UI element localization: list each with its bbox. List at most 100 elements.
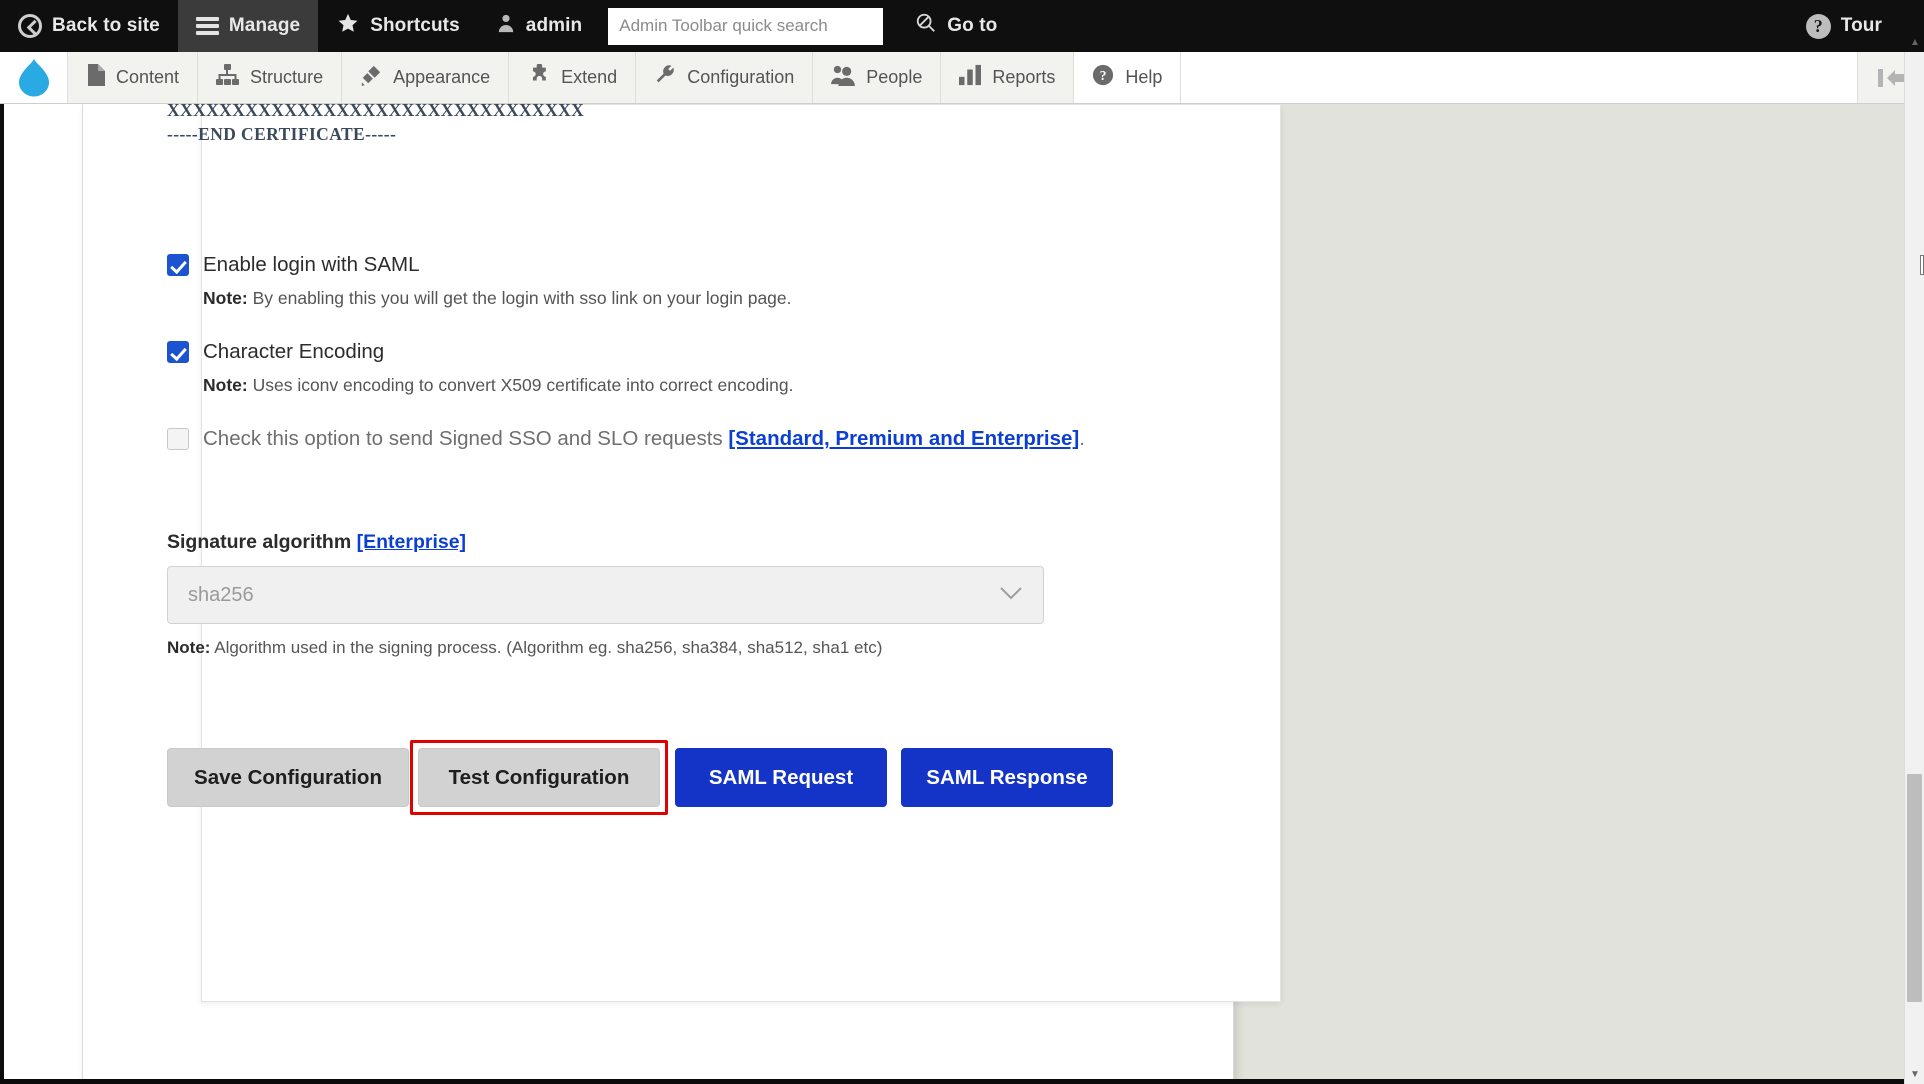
question-mark-icon: ?	[1805, 13, 1831, 39]
scroll-up-arrow-icon[interactable]: ▲	[1908, 36, 1922, 48]
character-encoding-note-text: Uses iconv encoding to convert X509 cert…	[247, 375, 794, 395]
menu-item-people[interactable]: People	[813, 52, 942, 103]
enterprise-link[interactable]: [Enterprise]	[357, 531, 466, 553]
page-right-gutter	[1231, 104, 1924, 1084]
certificate-end-line: -----END CERTIFICATE-----	[167, 124, 397, 144]
signature-algorithm-select[interactable]: sha256	[167, 566, 1044, 624]
search-input[interactable]	[608, 7, 884, 45]
enable-saml-note: Note: By enabling this you will get the …	[203, 287, 1177, 309]
drupal-logo-icon[interactable]	[0, 52, 68, 103]
signature-algorithm-note-prefix: Note:	[167, 638, 211, 657]
test-configuration-label: Test Configuration	[448, 765, 630, 789]
signed-requests-checkbox[interactable]	[167, 428, 189, 450]
vertical-scrollbar[interactable]: ▲ ▼	[1904, 37, 1924, 1084]
character-encoding-note: Note: Uses iconv encoding to convert X50…	[203, 374, 1177, 396]
bar-chart-icon	[959, 64, 982, 91]
question-circle-icon: ?	[1092, 64, 1114, 91]
enable-saml-label: Enable login with SAML	[203, 253, 420, 276]
character-encoding-note-prefix: Note:	[203, 375, 248, 395]
app-window: Back to site Manage Shortcuts admin Admi…	[0, 0, 1924, 1084]
menu-item-appearance[interactable]: Appearance	[342, 52, 510, 103]
manage-button[interactable]: Manage	[177, 0, 319, 52]
enable-saml-field: Enable login with SAML Note: By enabling…	[167, 252, 1177, 309]
save-configuration-label: Save Configuration	[194, 765, 382, 789]
page-icon	[86, 64, 105, 91]
person-icon	[496, 12, 516, 40]
test-configuration-button[interactable]: Test Configuration	[418, 748, 660, 807]
standard-premium-enterprise-link[interactable]: [Standard, Premium and Enterprise]	[728, 427, 1079, 450]
structure-icon	[216, 64, 240, 91]
go-to-button[interactable]: Go to	[897, 0, 1015, 52]
save-configuration-button[interactable]: Save Configuration	[167, 748, 409, 807]
scrollbar-position-marker	[1920, 255, 1924, 275]
admin-toolbar: Back to site Manage Shortcuts admin Admi…	[0, 0, 1924, 52]
brush-icon	[360, 64, 382, 91]
window-left-edge	[0, 104, 4, 1084]
signature-algorithm-field: Signature algorithm [Enterprise] sha256 …	[167, 531, 1177, 658]
saml-response-button[interactable]: SAML Response	[901, 748, 1113, 807]
saml-request-button[interactable]: SAML Request	[675, 748, 887, 807]
saml-request-label: SAML Request	[708, 765, 854, 789]
people-icon	[831, 64, 856, 91]
hamburger-icon	[195, 17, 219, 35]
certificate-preview: XXXXXXXXXXXXXXXXXXXXXXXXXXXXXXXX -----EN…	[167, 100, 1177, 144]
back-to-site-label: Back to site	[52, 15, 160, 36]
goto-magnifier-icon	[915, 12, 937, 40]
svg-text:?: ?	[1100, 68, 1107, 83]
signature-algorithm-note-text: Algorithm used in the signing process. (…	[210, 638, 883, 657]
menu-item-structure[interactable]: Structure	[198, 52, 343, 103]
character-encoding-field: Character Encoding Note: Uses iconv enco…	[167, 339, 1177, 396]
menu-item-extend[interactable]: Extend	[509, 52, 637, 103]
character-encoding-checkbox[interactable]	[167, 341, 189, 363]
menu-item-content-label: Content	[116, 67, 180, 87]
saml-settings-form: XXXXXXXXXXXXXXXXXXXXXXXXXXXXXXXX -----EN…	[167, 100, 1177, 815]
shortcuts-button[interactable]: Shortcuts	[318, 0, 478, 52]
character-encoding-label: Character Encoding	[203, 340, 385, 363]
menu-item-structure-label: Structure	[250, 67, 324, 87]
menu-item-help-label: Help	[1125, 67, 1163, 87]
menu-item-reports[interactable]: Reports	[941, 52, 1075, 103]
window-bottom-edge	[0, 1079, 1924, 1084]
toolbar-search-wrapper	[600, 0, 897, 52]
enable-saml-note-text: By enabling this you will get the login …	[247, 288, 792, 308]
signature-algorithm-note: Note: Algorithm used in the signing proc…	[167, 638, 1177, 658]
character-encoding-row: Character Encoding	[167, 339, 1177, 364]
menu-item-help[interactable]: ? Help	[1074, 52, 1182, 103]
manage-label: Manage	[228, 15, 301, 36]
enable-saml-checkbox[interactable]	[167, 254, 189, 276]
back-arrow-icon	[18, 14, 42, 38]
saml-response-label: SAML Response	[926, 765, 1088, 789]
scroll-down-arrow-icon[interactable]: ▼	[1908, 1068, 1922, 1080]
scrollbar-thumb[interactable]	[1907, 774, 1922, 1002]
menu-item-appearance-label: Appearance	[393, 67, 491, 87]
menu-item-people-label: People	[866, 67, 923, 87]
signed-requests-label: Check this option to send Signed SSO and…	[203, 427, 729, 450]
signed-requests-label-wrap: Check this option to send Signed SSO and…	[203, 426, 1085, 451]
signed-requests-row: Check this option to send Signed SSO and…	[167, 426, 1177, 451]
go-to-label: Go to	[947, 15, 998, 36]
signed-requests-suffix: .	[1079, 427, 1085, 450]
star-icon	[336, 12, 360, 41]
menu-item-configuration[interactable]: Configuration	[636, 52, 814, 103]
signature-algorithm-label: Signature algorithm	[167, 531, 357, 553]
shortcuts-label: Shortcuts	[370, 15, 460, 36]
tour-button[interactable]: ? Tour	[1788, 0, 1924, 52]
menu-item-content[interactable]: Content	[68, 52, 199, 103]
user-account-button[interactable]: admin	[478, 0, 600, 52]
chevron-down-icon	[999, 586, 1023, 605]
puzzle-icon	[527, 63, 550, 91]
signature-algorithm-value: sha256	[188, 583, 254, 606]
back-to-site-button[interactable]: Back to site	[0, 0, 178, 52]
menu-item-extend-label: Extend	[561, 67, 618, 87]
signature-algorithm-label-wrap: Signature algorithm [Enterprise]	[167, 531, 1177, 554]
wrench-icon	[654, 64, 676, 91]
form-actions: Save Configuration Test Configuration SA…	[167, 740, 1177, 815]
test-configuration-highlight: Test Configuration	[410, 740, 668, 815]
menu-bar-spacer	[1181, 52, 1858, 103]
menu-item-configuration-label: Configuration	[687, 67, 795, 87]
tour-label: Tour	[1840, 15, 1882, 36]
menu-item-reports-label: Reports	[992, 67, 1056, 87]
admin-menu-bar: Content Structure Appearance Extend Conf…	[0, 52, 1924, 104]
user-name-label: admin	[525, 15, 583, 36]
